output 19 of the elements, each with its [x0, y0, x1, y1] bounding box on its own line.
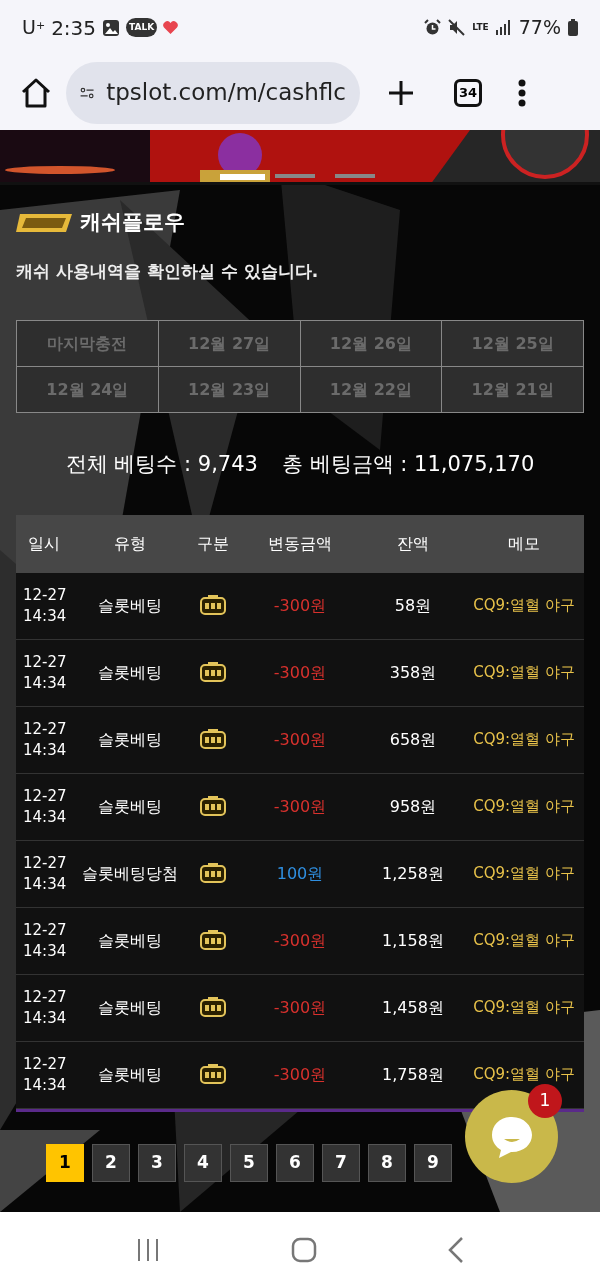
battery-icon — [568, 19, 578, 36]
url-text: tpslot.com/m/cashflc — [106, 78, 346, 108]
back-icon[interactable] — [448, 1236, 465, 1263]
battery-percent: 77% — [518, 15, 561, 41]
home-icon[interactable] — [20, 77, 52, 108]
tab-count[interactable]: 34 — [454, 78, 482, 107]
talk-icon: TALK — [126, 18, 158, 37]
heart-icon — [163, 21, 179, 34]
image-icon — [102, 18, 121, 37]
alarm-icon — [424, 19, 442, 36]
menu-icon[interactable] — [518, 78, 526, 107]
clock: 2:35 — [51, 14, 97, 42]
network-type: LTE — [472, 23, 489, 32]
carrier: U$^{+}$ — [22, 15, 46, 41]
recent-apps-icon[interactable] — [135, 1238, 160, 1261]
plus-icon[interactable] — [388, 79, 414, 106]
signal-icon — [495, 20, 512, 35]
mute-icon — [448, 19, 466, 36]
address-bar[interactable]: tpslot.com/m/cashflc — [66, 61, 360, 124]
